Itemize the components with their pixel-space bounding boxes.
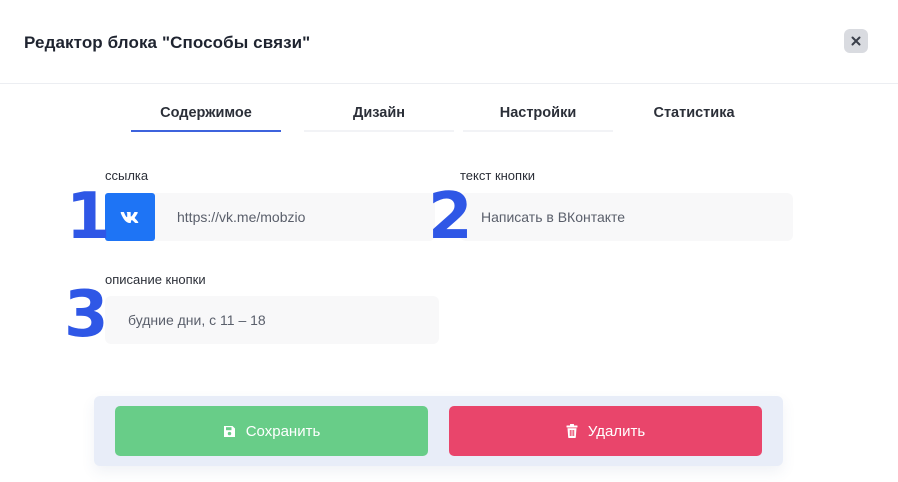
tab-content[interactable]: Содержимое bbox=[131, 96, 281, 132]
link-label: ссылка bbox=[105, 168, 149, 183]
modal-header: Редактор блока "Способы связи" bbox=[0, 0, 898, 84]
button-description-label: описание кнопки bbox=[105, 272, 206, 287]
vk-icon bbox=[120, 211, 140, 223]
button-text-input[interactable]: Написать в ВКонтакте bbox=[460, 193, 793, 241]
annotation-number-1: 1 bbox=[66, 180, 111, 254]
block-editor-modal: Редактор блока "Способы связи" Содержимо… bbox=[0, 0, 898, 482]
link-value: https://vk.me/mobzio bbox=[177, 209, 306, 225]
button-description-value: будние дни, с 11 – 18 bbox=[128, 312, 266, 328]
tab-statistics[interactable]: Статистика bbox=[619, 96, 769, 132]
tab-bar: Содержимое Дизайн Настройки Статистика bbox=[0, 96, 898, 136]
vk-badge[interactable] bbox=[105, 193, 155, 241]
close-button[interactable] bbox=[844, 29, 868, 53]
floppy-disk-icon bbox=[223, 425, 236, 438]
save-button[interactable]: Сохранить bbox=[115, 406, 428, 456]
button-description-input[interactable]: будние дни, с 11 – 18 bbox=[105, 296, 439, 344]
button-text-value: Написать в ВКонтакте bbox=[481, 209, 626, 225]
actions-bar: Сохранить Удалить bbox=[94, 396, 783, 466]
delete-button-label: Удалить bbox=[587, 422, 646, 440]
delete-button[interactable]: Удалить bbox=[449, 406, 762, 456]
modal-title: Редактор блока "Способы связи" bbox=[24, 33, 311, 52]
tab-settings[interactable]: Настройки bbox=[463, 96, 613, 132]
annotation-number-3: 3 bbox=[64, 278, 109, 352]
tab-design[interactable]: Дизайн bbox=[304, 96, 454, 132]
close-icon bbox=[851, 36, 861, 46]
trash-icon bbox=[566, 424, 578, 438]
annotation-number-2: 2 bbox=[428, 180, 473, 254]
save-button-label: Сохранить bbox=[245, 422, 321, 440]
